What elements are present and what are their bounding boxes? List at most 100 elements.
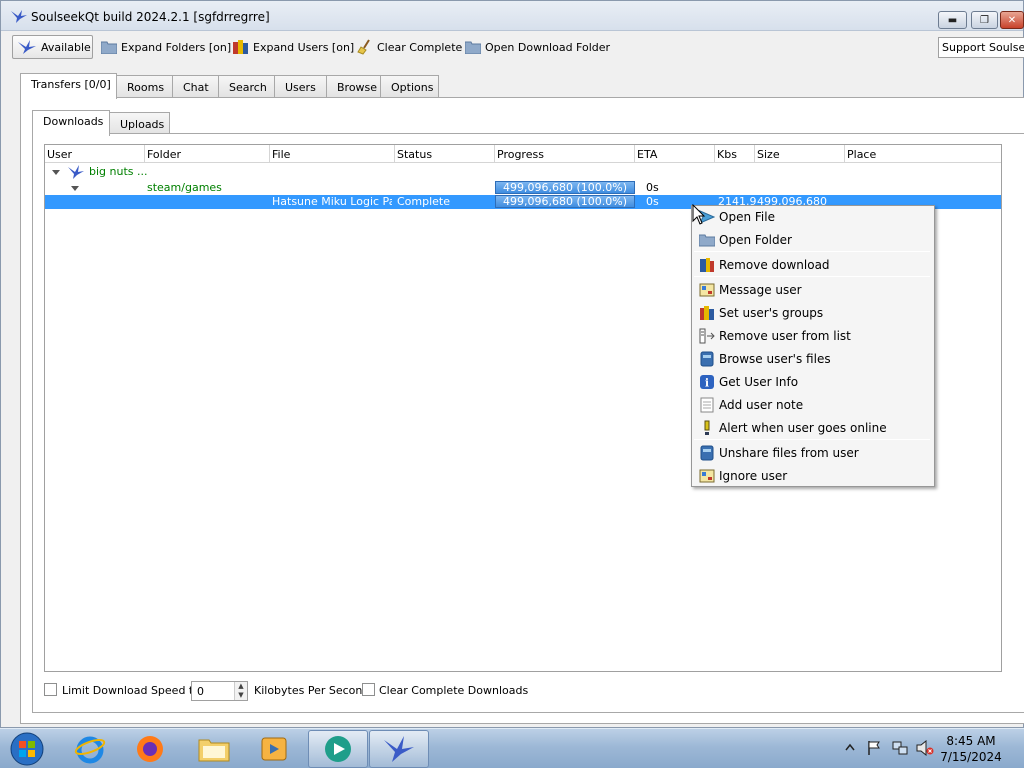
menu-item-label: Remove user from list [719,329,851,343]
menu-item-browse-files[interactable]: Browse user's files [694,348,932,370]
column-size[interactable]: Size [755,145,845,163]
clear-complete-button[interactable]: Clear Complete [353,35,466,59]
user-name: big nuts ... [89,165,148,178]
title-bar[interactable]: SoulseekQt build 2024.2.1 [sgfdrregrre] … [1,1,1024,31]
network-icon[interactable] [892,740,908,756]
close-button[interactable]: ✕ [1000,11,1024,29]
menu-item-add-note[interactable]: Add user note [694,394,932,416]
mouse-cursor-icon [692,204,706,225]
tab-transfers[interactable]: Transfers [0/0] [20,73,117,99]
menu-item-alert-online[interactable]: Alert when user goes online [694,417,932,439]
menu-item-ignore-user[interactable]: Ignore user [694,465,932,487]
context-menu: Open File Open Folder Remove download Me… [691,205,935,487]
menu-separator [694,276,930,277]
status-button[interactable]: Available [12,35,93,59]
limit-speed-label: Limit Download Speed to [62,684,200,697]
taskbar [0,728,1024,768]
browse-files-icon [700,351,714,367]
column-user[interactable]: User [45,145,145,163]
folder-name: steam/games [147,181,222,194]
spin-arrows-icon[interactable]: ▲ ▼ [234,682,247,700]
maximize-button[interactable]: ❐ [971,11,998,29]
menu-item-open-file[interactable]: Open File [694,206,932,228]
speed-unit-label: Kilobytes Per Second [254,684,370,697]
taskbar-internet-explorer[interactable] [60,730,120,768]
clear-complete-downloads-checkbox[interactable] [362,683,375,696]
tab-options[interactable]: Options [380,75,439,98]
start-button[interactable] [0,730,54,768]
firefox-icon [137,736,163,762]
speed-limit-value: 0 [197,685,204,698]
taskbar-media-player[interactable] [244,730,304,768]
unshare-icon [700,445,714,461]
collapse-arrow-icon[interactable] [52,170,60,175]
clear-complete-label: Clear Complete [377,40,463,54]
internet-explorer-icon [74,736,106,764]
file-progress-text: 499,096,680 (100.0%) [502,195,627,208]
action-center-flag-icon[interactable] [866,740,882,756]
column-folder[interactable]: Folder [145,145,270,163]
menu-item-label: Open File [719,210,775,224]
taskbar-file-explorer[interactable] [184,730,244,768]
file-progress-bar: 499,096,680 (100.0%) [495,195,635,208]
message-icon [699,283,715,297]
menu-item-remove-user[interactable]: Remove user from list [694,325,932,347]
menu-item-label: Add user note [719,398,804,412]
menu-item-message-user[interactable]: Message user [694,279,932,301]
remove-download-icon [700,258,714,272]
taskbar-firefox[interactable] [120,730,180,768]
table-row-folder[interactable]: steam/games 499,096,680 (100.0%) 0s [45,181,1001,195]
info-icon: i [700,375,714,390]
menu-item-remove-download[interactable]: Remove download [694,254,932,276]
collapse-arrow-icon[interactable] [71,186,79,191]
menu-item-label: Remove download [719,258,830,272]
table-row-user[interactable]: big nuts ... [45,165,1001,179]
tab-rooms[interactable]: Rooms [116,75,173,98]
clear-complete-downloads-label: Clear Complete Downloads [379,684,529,697]
menu-item-open-folder[interactable]: Open Folder [694,229,932,251]
file-name: Hatsune Miku Logic Pai... [272,195,392,208]
broom-icon [357,39,370,55]
transfer-subtabs: Downloads Uploads [32,110,170,136]
minimize-button[interactable]: ▬ [938,11,967,29]
tab-browse[interactable]: Browse [326,75,381,98]
column-kbs[interactable]: Kbs [715,145,755,163]
soulseek-bird-icon [384,736,414,762]
column-status[interactable]: Status [395,145,495,163]
expand-folders-button[interactable]: Expand Folders [on] [97,35,235,59]
folder-icon [101,41,117,54]
menu-item-label: Set user's groups [719,306,824,320]
limit-speed-checkbox[interactable] [44,683,57,696]
open-download-folder-button[interactable]: Open Download Folder [461,35,614,59]
folder-progress-text: 499,096,680 (100.0%) [502,181,627,194]
users-group-icon [233,40,248,54]
toolbar: Available Expand Folders [on] Expand Use… [1,32,1024,62]
expand-users-button[interactable]: Expand Users [on] [229,35,358,59]
menu-item-set-groups[interactable]: Set user's groups [694,302,932,324]
support-soulseek-button[interactable]: Support Soulseek [938,37,1024,58]
windows-start-orb-icon [10,732,44,766]
menu-item-label: Alert when user goes online [719,421,887,435]
media-center-icon [325,736,351,762]
menu-item-get-user-info[interactable]: i Get User Info [694,371,932,393]
speed-limit-spinbox[interactable]: 0 ▲ ▼ [191,681,248,701]
main-tabs: Transfers [0/0] Rooms Chat Search Users … [20,73,439,99]
show-hidden-icons-icon[interactable] [845,743,855,751]
tab-chat[interactable]: Chat [172,75,219,98]
column-file[interactable]: File [270,145,395,163]
volume-muted-icon[interactable] [916,740,934,756]
tab-users[interactable]: Users [274,75,327,98]
tab-uploads[interactable]: Uploads [109,112,170,135]
column-progress[interactable]: Progress [495,145,635,163]
taskbar-soulseek[interactable] [369,730,429,768]
tray-clock[interactable]: 8:45 AM 7/15/2024 [939,733,1003,765]
clock-date: 7/15/2024 [940,750,1002,764]
column-place[interactable]: Place [845,145,1001,163]
taskbar-media-center[interactable] [308,730,368,768]
open-download-folder-label: Open Download Folder [485,40,611,54]
menu-item-unshare-files[interactable]: Unshare files from user [694,442,932,464]
column-eta[interactable]: ETA [635,145,715,163]
expand-users-label: Expand Users [on] [253,40,355,54]
tab-downloads[interactable]: Downloads [32,110,110,136]
tab-search[interactable]: Search [218,75,275,98]
